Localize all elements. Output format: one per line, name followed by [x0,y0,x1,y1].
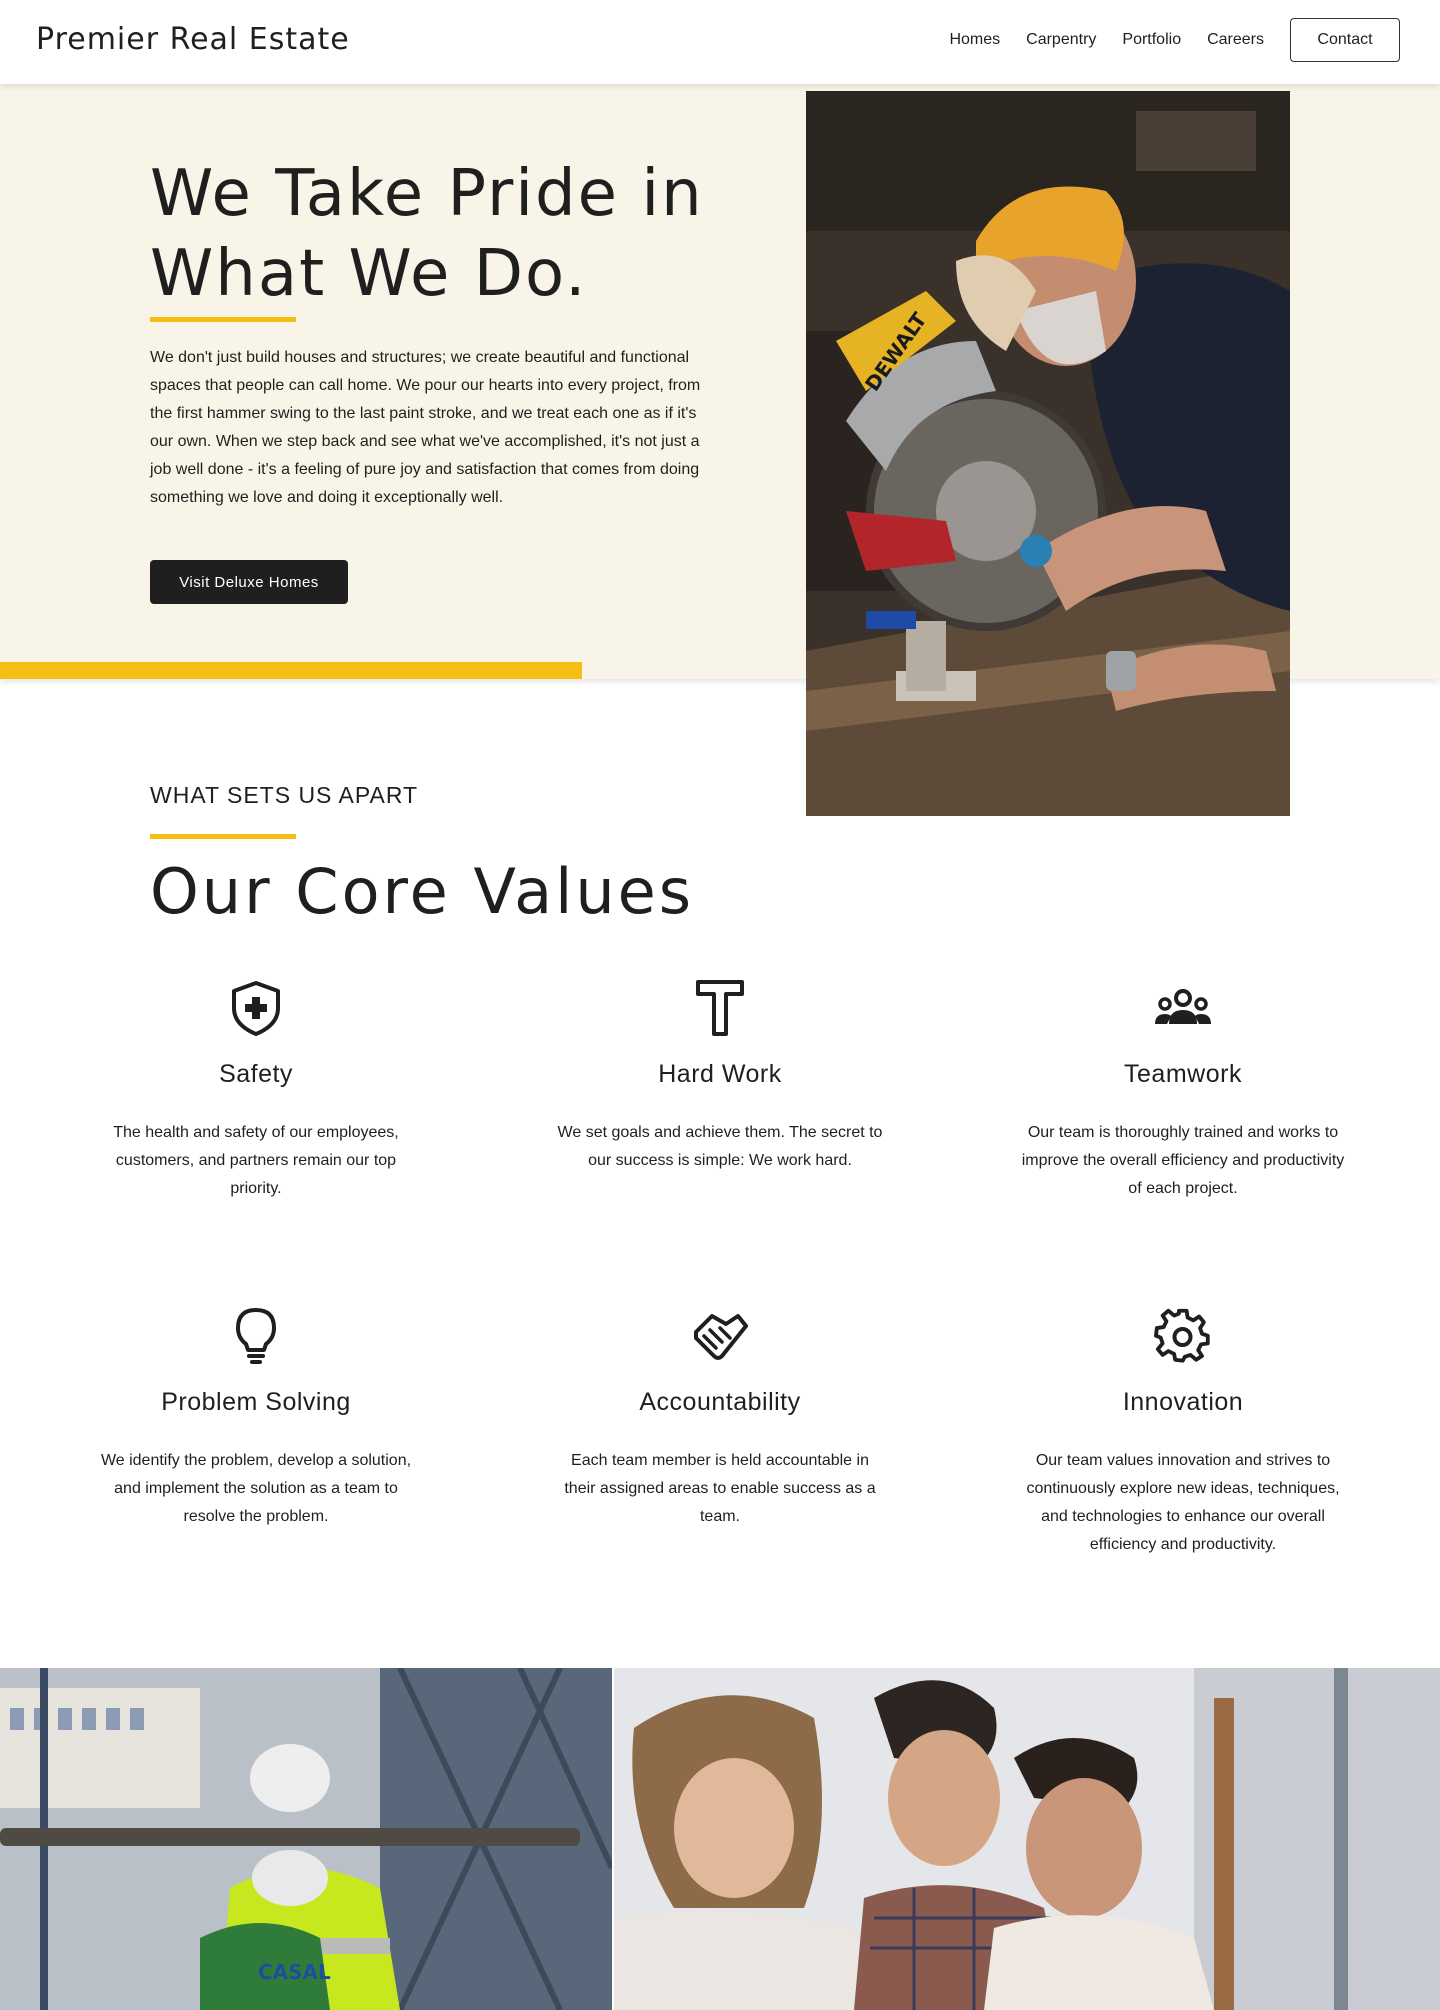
value-title: Accountability [639,1388,801,1416]
value-title: Problem Solving [161,1388,351,1416]
value-description: The health and safety of our employees, … [113,1124,399,1197]
main-nav: Homes Carpentry Portfolio Careers Contac… [923,18,1400,62]
value-card-safety: Safety The health and safety of our empl… [91,978,421,1203]
nav-carpentry[interactable]: Carpentry [1026,31,1096,49]
nav-portfolio[interactable]: Portfolio [1122,31,1181,49]
team-illustration [614,1668,1440,2010]
construction-illustration: CASAL [0,1668,612,2010]
core-values-title: Our Core Values [150,855,695,928]
handshake-icon [694,1314,748,1360]
value-card-teamwork: Teamwork Our team is thoroughly trained … [1018,978,1348,1203]
value-description: Our team values innovation and strives t… [1026,1452,1340,1553]
site-header: Premier Real Estate Homes Carpentry Port… [0,0,1440,84]
carpenter-photo: DEWALT [806,91,1290,816]
hero-title-line-2: What We Do. [150,237,588,311]
section-eyebrow: WHAT SETS US APART [150,782,419,808]
value-title: Safety [219,1060,293,1088]
carpenter-illustration: DEWALT [806,91,1290,816]
value-card-innovation: Innovation Our team values innovation an… [1018,1306,1348,1559]
value-title: Teamwork [1124,1060,1242,1088]
hero-title: We Take Pride in What We Do. [150,154,750,314]
value-card-accountability: Accountability Each team member is held … [555,1306,885,1531]
value-description: Our team is thoroughly trained and works… [1021,1124,1345,1197]
shield-plus-icon [232,981,280,1036]
value-title: Innovation [1122,1388,1244,1416]
value-card-hard-work: Hard Work We set goals and achieve them.… [555,978,885,1175]
hammer-icon [696,980,744,1036]
value-description: Each team member is held accountable in … [564,1452,876,1525]
value-description: We set goals and achieve them. The secre… [557,1124,883,1169]
team-collaboration-photo [614,1668,1440,2010]
value-description: We identify the problem, develop a solut… [100,1452,412,1525]
gear-icon [1154,1308,1210,1363]
nav-homes[interactable]: Homes [949,31,1000,49]
hero-title-line-1: We Take Pride in [150,157,704,231]
brand-logo[interactable]: Premier Real Estate [36,22,350,57]
vest-text: CASAL [258,1960,331,1984]
contact-button[interactable]: Contact [1290,18,1400,62]
visit-deluxe-homes-button[interactable]: Visit Deluxe Homes [150,560,348,604]
value-card-problem-solving: Problem Solving We identify the problem,… [91,1306,421,1531]
hero-title-underline [150,317,296,322]
hero-accent-bar [0,662,582,679]
eyebrow-underline [150,834,296,839]
lightbulb-icon [236,1308,276,1364]
value-title: Hard Work [658,1060,782,1088]
nav-careers[interactable]: Careers [1207,31,1264,49]
team-icon [1155,989,1211,1024]
hero-description: We don't just build houses and structure… [150,349,701,506]
construction-workers-photo: CASAL [0,1668,612,2010]
